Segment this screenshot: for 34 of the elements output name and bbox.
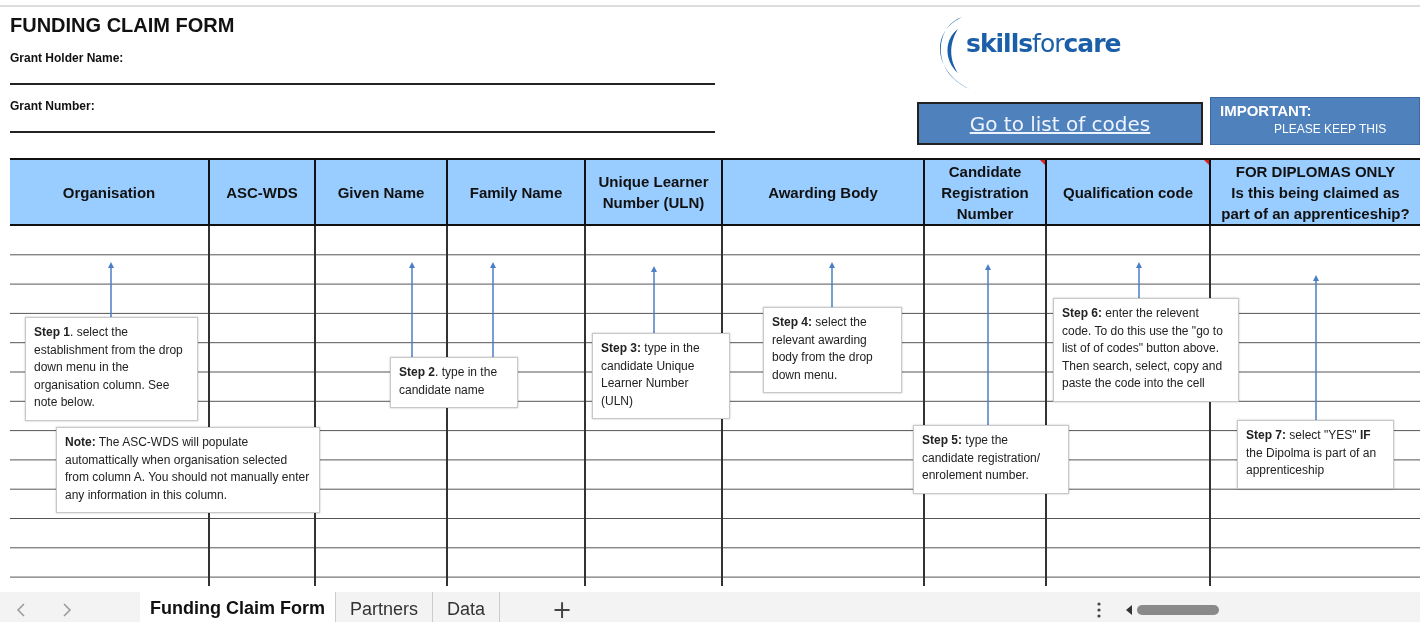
column-header: Family Name [448,160,586,226]
logo-text: skillsforcare [966,28,1121,58]
column-header: Unique Learner Number (ULN) [586,160,723,226]
column-header: Qualification code [1047,160,1211,226]
column-header: Given Name [316,160,448,226]
instruction-note: Step 5: type the candidate registration/ enrolement number. [913,425,1069,494]
column-header: ASC-WDS [210,160,316,226]
column-header: Awarding Body [723,160,925,226]
arrow [1136,262,1142,299]
arrow [829,262,835,308]
column-header: FOR DIPLOMAS ONLY Is this being claimed as part of an apprenticeship? [1211,160,1420,226]
instruction-note: Step 6: enter the relevent code. To do this use the "go to list of of codes" button above. Then search, select, copy and paste the code into the cell [1053,298,1239,402]
form-title: FUNDING CLAIM FORM [10,14,236,37]
column-header: Organisation [10,160,210,226]
add-sheet-button[interactable]: + [546,594,579,622]
input-field[interactable]: Grant Holder Name: [10,37,715,85]
arrow [108,262,114,318]
instruction-note: Step 7: select "YES" IF the Dipolma is part of an apprenticeship [1237,420,1394,489]
important-notice: IMPORTANT: PLEASE KEEP THIS [1210,97,1420,145]
more-options-icon[interactable] [1097,601,1101,618]
input-field[interactable]: Grant Number: [10,85,715,133]
instruction-note: Step 3: type in the candidate Unique Learner Number (ULN) [592,333,730,419]
go-to-codes-button[interactable]: Go to list of codes [917,102,1203,145]
sheet-tab[interactable]: Data [433,592,501,622]
previous-sheet-icon[interactable] [16,602,26,617]
column-header: Candidate Registration Number [925,160,1047,226]
sheet-tab[interactable]: Funding Claim Form [140,592,336,622]
next-sheet-icon[interactable] [62,602,72,617]
instruction-note: Note: The ASC-WDS will populate automattically when organisation selected from column A. You should not manually enter any information in this column. [56,427,320,513]
instruction-note: Step 4: select the relevant awarding body from the drop down menu. [763,307,902,393]
instruction-note: Step 1. select the establishment from the drop down menu in the organisation column. See note below. [25,317,198,421]
instruction-note: Step 2. type in the candidate name [390,357,518,408]
sheet-tab[interactable]: Partners [336,592,434,622]
arrow [651,266,657,334]
